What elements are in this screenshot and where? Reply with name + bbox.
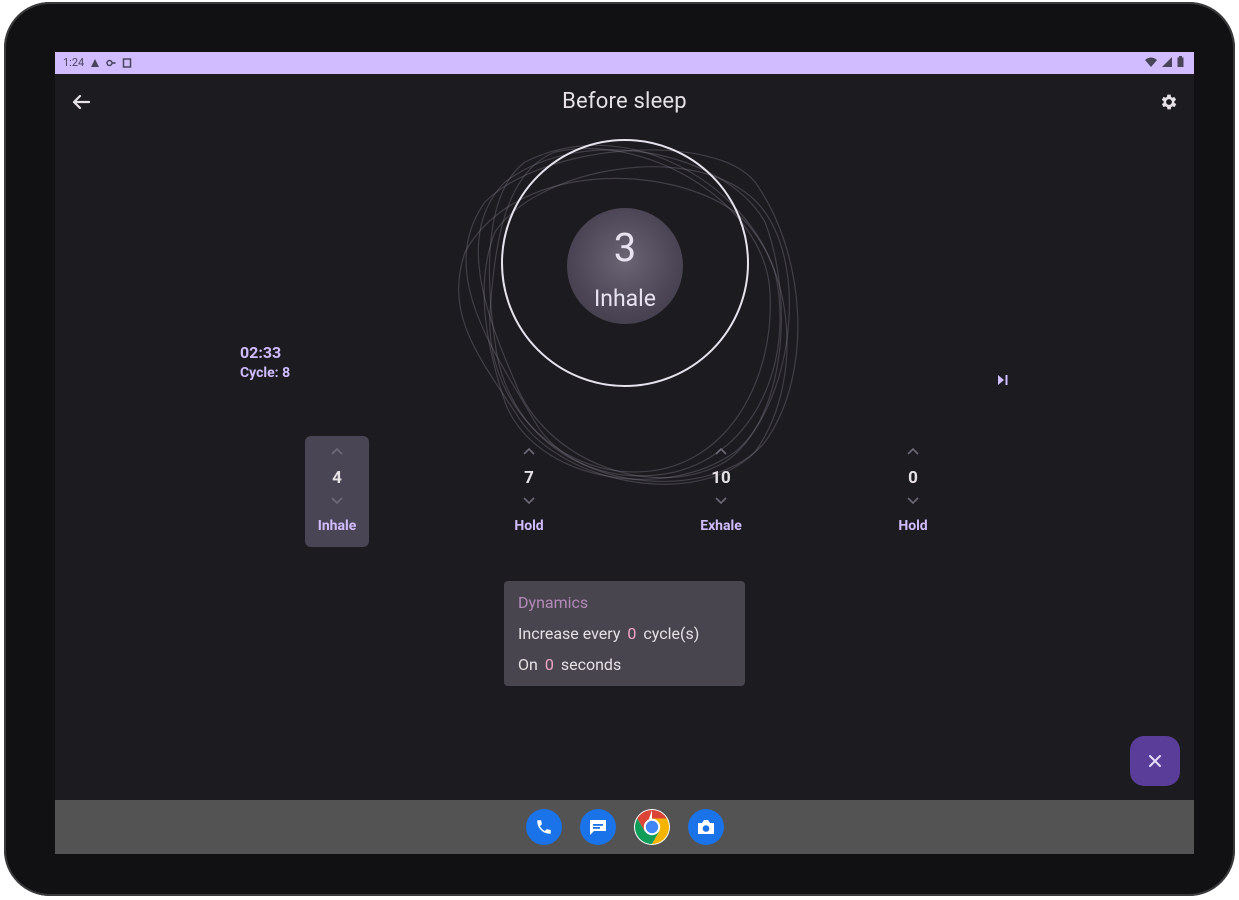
step-label: Inhale	[317, 518, 357, 534]
messages-app[interactable]	[580, 809, 616, 845]
breath-indicator: 3 Inhale	[567, 208, 683, 324]
chevron-down-icon[interactable]	[711, 494, 731, 508]
skip-next-button[interactable]	[993, 371, 1013, 389]
settings-button[interactable]	[1155, 90, 1183, 114]
chevron-up-icon[interactable]	[327, 444, 347, 458]
chrome-app[interactable]	[634, 809, 670, 845]
increase-row: Increase every 0 cycle(s)	[518, 624, 699, 643]
messages-icon	[590, 820, 606, 835]
breath-count: 3	[613, 224, 637, 271]
camera-app[interactable]	[688, 809, 724, 845]
notification-icon	[91, 58, 100, 67]
gear-icon	[1161, 94, 1177, 110]
step-label: Hold	[898, 518, 928, 534]
camera-icon	[698, 820, 714, 834]
battery-icon	[1177, 56, 1184, 67]
chevron-up-icon[interactable]	[519, 444, 539, 458]
storage-icon	[122, 57, 132, 68]
step-hold-2[interactable]: 0 Hold	[881, 436, 945, 547]
step-value: 0	[908, 468, 918, 488]
step-hold-1[interactable]: 7 Hold	[497, 436, 561, 547]
chevron-down-icon[interactable]	[519, 494, 539, 508]
phone-icon	[537, 820, 551, 834]
step-label: Hold	[514, 518, 544, 534]
chevron-down-icon[interactable]	[903, 494, 923, 508]
step-inhale[interactable]: 4 Inhale	[305, 436, 369, 547]
increase-value[interactable]: 0	[627, 624, 636, 643]
dynamics-title: Dynamics	[518, 593, 589, 612]
app-dock	[526, 809, 724, 845]
taskbar	[55, 800, 1194, 854]
on-value[interactable]: 0	[545, 655, 554, 674]
skip-next-icon	[998, 375, 1008, 385]
on-prefix: On	[518, 655, 538, 674]
phone-app[interactable]	[526, 809, 562, 845]
on-suffix: seconds	[560, 655, 622, 674]
page-title: Before sleep	[562, 89, 687, 114]
chevron-down-icon[interactable]	[327, 494, 347, 508]
breath-phase: Inhale	[594, 285, 656, 312]
cell-signal-icon	[1162, 56, 1172, 67]
increase-suffix: cycle(s)	[643, 624, 700, 643]
stop-fab-button[interactable]	[1130, 736, 1180, 786]
status-time: 1:24	[63, 56, 85, 69]
tablet-frame: 1:24 Before sleep 3 Inhale 02:33 Cycle: …	[4, 2, 1235, 896]
session-timer: 02:33 Cycle: 8	[240, 343, 290, 383]
step-value: 7	[524, 468, 534, 488]
elapsed-time: 02:33	[240, 343, 282, 362]
chrome-icon	[635, 810, 669, 844]
dynamics-card[interactable]: Dynamics Increase every 0 cycle(s) On 0 seco…	[504, 581, 745, 686]
vpn-key-icon	[106, 59, 116, 66]
chevron-up-icon[interactable]	[711, 444, 731, 458]
step-value: 10	[711, 468, 731, 488]
step-value: 4	[332, 468, 342, 488]
cycle-count: Cycle: 8	[240, 365, 291, 381]
on-row: On 0 seconds	[518, 655, 621, 674]
step-label: Exhale	[700, 518, 742, 534]
status-bar: 1:24	[55, 52, 1194, 74]
close-icon	[1149, 755, 1161, 767]
wifi-icon	[1145, 57, 1157, 67]
screen: 1:24 Before sleep 3 Inhale 02:33 Cycle: …	[55, 52, 1194, 854]
increase-prefix: Increase every	[518, 624, 621, 643]
step-exhale[interactable]: 10 Exhale	[689, 436, 753, 547]
chevron-up-icon[interactable]	[903, 444, 923, 458]
